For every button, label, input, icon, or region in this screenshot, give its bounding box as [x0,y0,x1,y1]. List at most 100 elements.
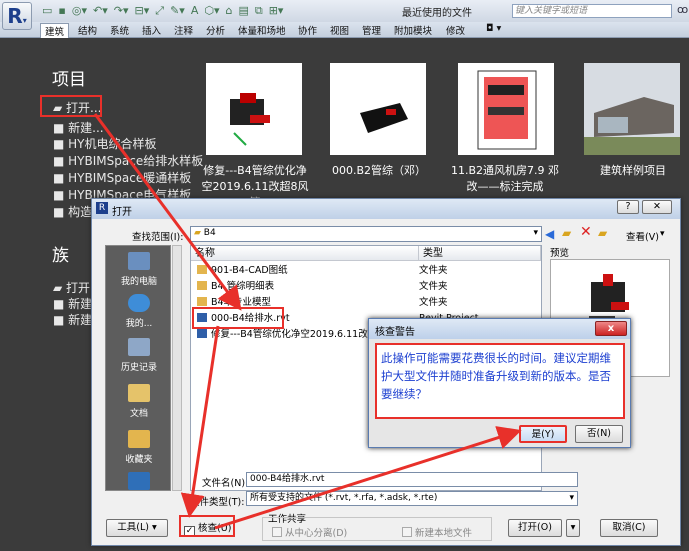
preview-label: 预览 [550,248,570,259]
document-icon: ■ [53,313,69,327]
open-dropdown-button[interactable]: ▾ [566,519,580,537]
new-folder-icon[interactable]: ▰ [598,226,607,240]
computer-icon [128,252,150,270]
project-new-link[interactable]: ■ 新建... [53,119,104,136]
yes-button[interactable]: 是(Y) [519,425,567,443]
recent-caption-4[interactable]: 建筑样例项目 [578,163,688,179]
tab-extra[interactable]: ◘ ▾ [486,23,501,34]
warning-title: 核查警告 [375,327,415,338]
recent-caption-2[interactable]: 000.B2管综（邓） [324,163,434,179]
places-my-computer[interactable]: 我的电脑 [108,252,170,287]
tab-collaborate[interactable]: 协作 [298,23,317,37]
search-input[interactable]: 键入关键字或短语 [512,4,672,18]
filename-label: 文件名(N): [202,478,249,489]
close-button[interactable]: ✕ [642,200,672,214]
open-button[interactable]: 打开(O) [508,519,562,537]
checkbox-icon [402,527,412,537]
help-button[interactable]: ? [617,200,639,214]
cancel-button[interactable]: 取消(C) [600,519,658,537]
folder-icon [197,281,207,290]
switch-windows-icon[interactable]: ⊞▾ [269,4,284,17]
recent-thumbnail-3[interactable] [458,63,554,155]
places-desktop[interactable] [108,472,170,494]
places-sidebar: 我的电脑 我的... 历史记录 文档 收藏夹 [105,245,171,491]
column-type[interactable]: 类型 [419,246,541,261]
chevron-down-icon: ▾ [569,493,574,503]
recent-thumbnail-2[interactable] [330,63,426,155]
tab-architecture[interactable]: 建筑 [40,23,70,38]
folder-open-icon: ▰ [53,281,67,295]
file-row[interactable]: 901-B4-CAD图纸 文件夹 [191,263,541,279]
tab-systems[interactable]: 系统 [110,23,129,37]
tab-annotate[interactable]: 注释 [174,23,193,37]
dimension-icon[interactable]: ⤢ [155,4,164,18]
tab-analyze[interactable]: 分析 [206,23,225,37]
close-hidden-icon[interactable]: ⧉ [255,4,263,18]
section-icon[interactable]: ⌂ [225,4,232,17]
save-icon[interactable]: ▪ [58,4,65,17]
3d-icon[interactable]: ⬡▾ [204,4,219,17]
recent-thumbnail-1[interactable] [206,63,302,155]
redo-icon[interactable]: ↷▾ [114,4,129,17]
binoculars-icon[interactable]: ꝏ [677,3,688,16]
recent-caption-3[interactable]: 11.B2通风机房7.9 邓改——标注完成 [450,163,560,195]
file-row[interactable]: B4 管综明细表 文件夹 [191,279,541,295]
projects-title: 项目 [52,70,86,90]
families-title: 族 [52,246,69,266]
highlight-audit [179,515,235,537]
document-icon: ■ [53,205,69,219]
text-icon[interactable]: A [191,4,199,17]
tab-insert[interactable]: 插入 [142,23,161,37]
delete-icon[interactable]: ✕ [580,224,592,240]
places-network[interactable]: 我的... [108,294,170,329]
back-icon[interactable]: ◀ [545,227,554,241]
measure-icon[interactable]: ⊟▾ [135,4,150,17]
tab-structure[interactable]: 结构 [78,23,97,37]
tab-modify[interactable]: 修改 [446,23,465,37]
tab-addins[interactable]: 附加模块 [394,23,432,37]
highlight-file [192,307,284,329]
document-icon: ■ [53,297,69,311]
chevron-down-icon: ▾ [151,522,157,533]
recent-thumbnail-4[interactable] [584,63,680,155]
app-logo: R [7,4,23,28]
tag-icon[interactable]: ✎▾ [170,4,185,17]
places-history[interactable]: 历史记录 [108,338,170,373]
template-link-1[interactable]: ■ HY机电综合样板 [53,135,157,152]
sync-icon[interactable]: ◎▾ [72,4,87,17]
quick-access-toolbar: ▭ ▪ ◎▾ ↶▾ ↷▾ ⊟▾ ⤢ ✎▾ A ⬡▾ ⌂ ▤ ⧉ ⊞▾ [42,4,289,18]
view-menu[interactable]: 查看(V) [626,229,659,243]
folder-icon [197,297,207,306]
chevron-down-icon: ▾ [533,228,538,238]
column-name[interactable]: 名称 [191,246,419,261]
audit-warning-dialog: 核查警告 x 此操作可能需要花费很长的时间。建议定期维护大型文件并随时准备升级到… [368,318,631,448]
warning-close-button[interactable]: x [595,321,627,336]
open-icon[interactable]: ▭ [42,4,52,17]
thin-lines-icon[interactable]: ▤ [238,4,248,17]
sidebar-scrollbar[interactable] [172,245,182,491]
view-dropdown-icon[interactable]: ▾ [660,229,665,239]
tab-manage[interactable]: 管理 [362,23,381,37]
revit-icon: R [96,202,108,214]
no-button[interactable]: 否(N) [575,425,623,443]
tools-button[interactable]: 工具(L) ▾ [106,519,168,537]
folder-icon: ▰ [194,228,204,238]
places-documents[interactable]: 文档 [108,384,170,419]
lookin-combo[interactable]: ▰ B4 ▾ [190,226,542,242]
filename-input[interactable]: 000-B4给排水.rvt [246,472,578,487]
document-icon: ■ [53,137,69,151]
rvt-file-icon [197,329,207,338]
template-link-2[interactable]: ■ HYBIMSpace给排水样板 [53,152,203,169]
tab-view[interactable]: 视图 [330,23,349,37]
up-folder-icon[interactable]: ▰ [562,226,571,240]
warning-titlebar: 核查警告 x [369,319,630,339]
open-dialog-titlebar: R 打开 ? ✕ [92,199,680,219]
documents-icon [128,384,150,402]
undo-icon[interactable]: ↶▾ [93,4,108,17]
filetype-select[interactable]: 所有受支持的文件 (*.rvt, *.rfa, *.adsk, *.rte) ▾ [246,491,578,506]
warning-message-box: 此操作可能需要花费很长的时间。建议定期维护大型文件并随时准备升级到新的版本。是否… [375,343,625,419]
application-menu-button[interactable]: R▾ [2,2,32,30]
template-link-3[interactable]: ■ HYBIMSpace暖通样板 [53,169,191,186]
places-favorites[interactable]: 收藏夹 [108,430,170,465]
tab-massing-site[interactable]: 体量和场地 [238,23,286,37]
